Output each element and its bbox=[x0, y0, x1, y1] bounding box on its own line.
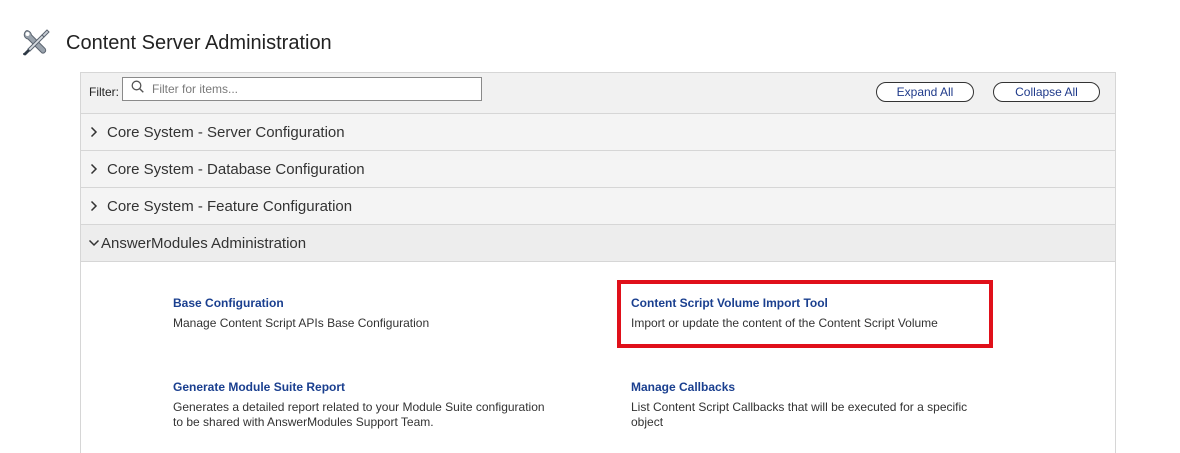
highlight-box bbox=[617, 280, 993, 348]
filter-label: Filter: bbox=[89, 85, 119, 99]
filter-box[interactable] bbox=[122, 77, 482, 101]
admin-panel: Filter: Expand All Collapse All Core Sys… bbox=[80, 72, 1116, 453]
item-description: Manage Content Script APIs Base Configur… bbox=[173, 316, 430, 330]
section-label: Core System - Server Configuration bbox=[107, 123, 345, 141]
item-link-manage-callbacks[interactable]: Manage Callbacks bbox=[631, 380, 735, 395]
tools-icon bbox=[20, 26, 62, 63]
item-description: Generates a detailed report related to y… bbox=[173, 400, 545, 429]
filter-bar: Filter: Expand All Collapse All bbox=[81, 73, 1115, 114]
filter-input[interactable] bbox=[150, 81, 474, 97]
section-label: Core System - Database Configuration bbox=[107, 160, 365, 178]
section-label: Core System - Feature Configuration bbox=[107, 197, 353, 215]
expand-all-button[interactable]: Expand All bbox=[876, 82, 974, 102]
item-description: List Content Script Callbacks that will … bbox=[631, 400, 968, 429]
search-icon bbox=[123, 80, 144, 98]
chevron-right-icon bbox=[84, 163, 104, 175]
item-link-base-configuration[interactable]: Base Configuration bbox=[173, 296, 284, 311]
chevron-right-icon bbox=[84, 126, 104, 138]
section-answermodules-administration[interactable]: AnswerModules Administration bbox=[81, 225, 1115, 262]
chevron-down-icon bbox=[87, 239, 101, 247]
chevron-right-icon bbox=[84, 200, 104, 212]
admin-item-module-suite-report: Generate Module Suite Report Generates a… bbox=[173, 380, 553, 430]
section-core-server-configuration[interactable]: Core System - Server Configuration bbox=[81, 114, 1115, 151]
collapse-all-button[interactable]: Collapse All bbox=[993, 82, 1100, 102]
page-title: Content Server Administration bbox=[66, 32, 332, 54]
admin-item-base-configuration: Base Configuration Manage Content Script… bbox=[173, 296, 553, 331]
item-link-module-suite-report[interactable]: Generate Module Suite Report bbox=[173, 380, 345, 395]
admin-items: Base Configuration Manage Content Script… bbox=[81, 262, 1115, 452]
section-core-feature-configuration[interactable]: Core System - Feature Configuration bbox=[81, 188, 1115, 225]
section-label: AnswerModules Administration bbox=[101, 234, 307, 252]
section-core-database-configuration[interactable]: Core System - Database Configuration bbox=[81, 151, 1115, 188]
admin-item-manage-callbacks: Manage Callbacks List Content Script Cal… bbox=[631, 380, 991, 430]
